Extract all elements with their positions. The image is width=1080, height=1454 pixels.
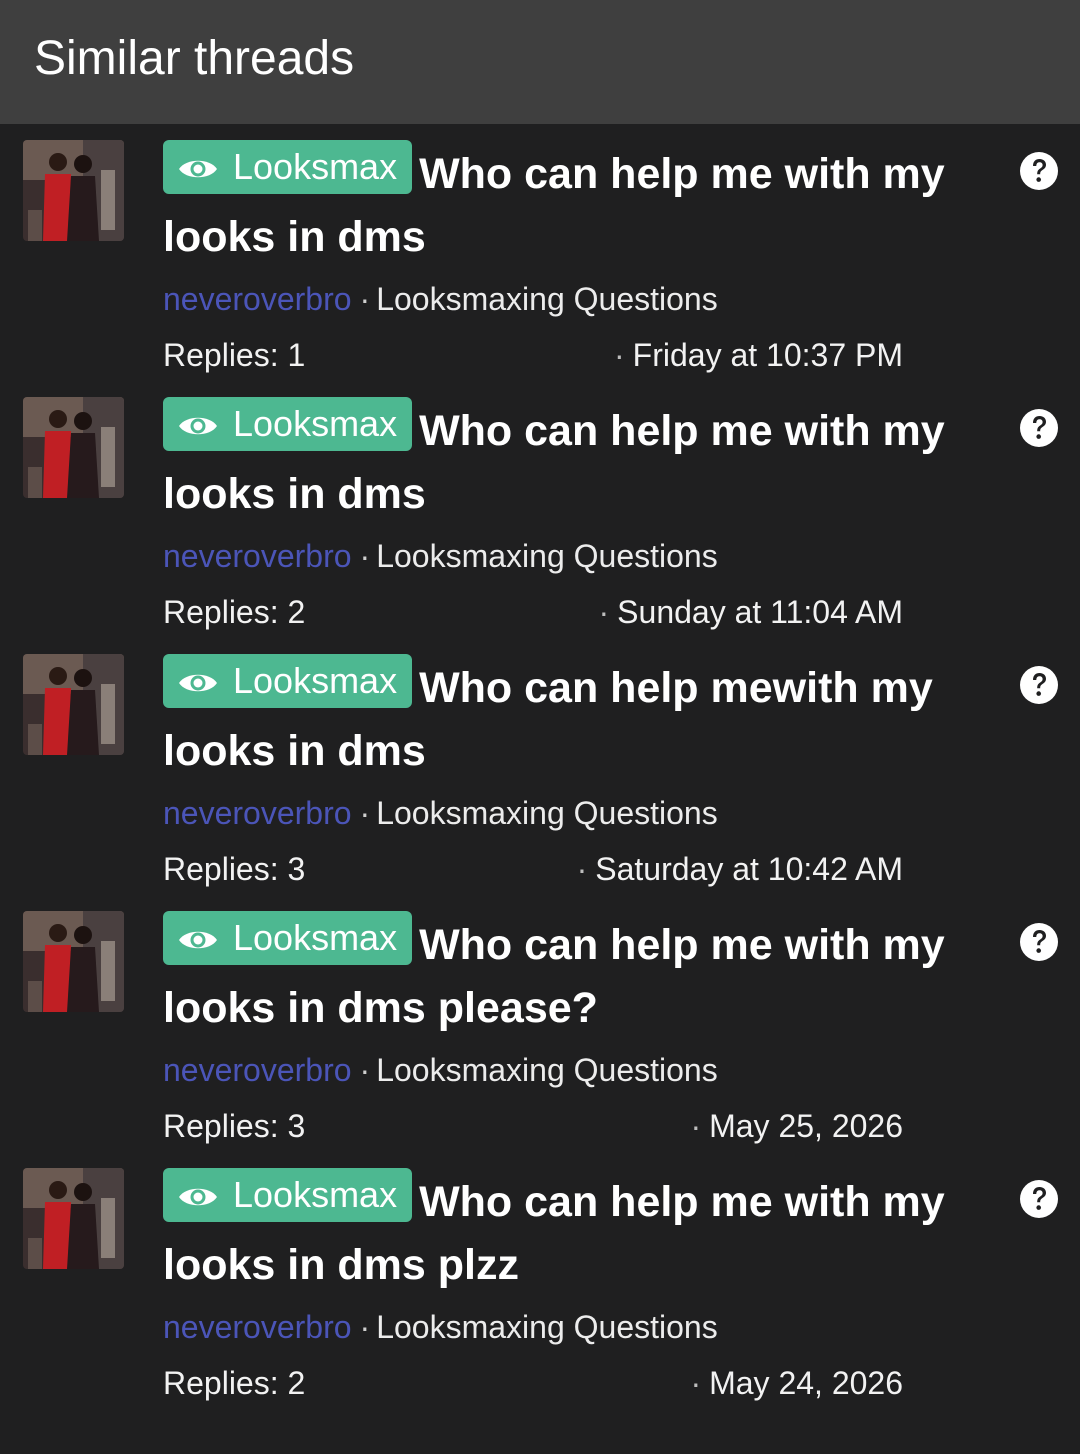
question-circle-icon	[1020, 923, 1058, 961]
meta-separator: ·	[359, 538, 371, 574]
question-circle-icon	[1020, 666, 1058, 704]
date-text: Friday at 10:37 PM	[632, 337, 903, 373]
forum-link[interactable]: Looksmaxing Questions	[376, 281, 718, 317]
date-separator: ·	[576, 851, 588, 887]
thread-meta: neveroverbro · Looksmaxing Questions	[163, 536, 963, 576]
thread-item[interactable]: Looksmax Who can help me with my looks i…	[0, 1152, 1080, 1409]
eye-icon	[179, 674, 217, 692]
author-link[interactable]: neveroverbro	[163, 1309, 352, 1345]
eye-icon	[179, 160, 217, 178]
thread-title-line[interactable]: Looksmax Who can help mewith my looks in…	[163, 654, 963, 783]
thread-title-line[interactable]: Looksmax Who can help me with my looks i…	[163, 140, 963, 269]
date-separator: ·	[690, 1108, 702, 1144]
replies-count: Replies: 3	[163, 851, 306, 887]
last-post-date[interactable]: · Saturday at 10:42 AM	[577, 849, 903, 889]
thread-title-line[interactable]: Looksmax Who can help me with my looks i…	[163, 1168, 963, 1297]
forum-link[interactable]: Looksmaxing Questions	[376, 538, 718, 574]
thread-stats: Replies: 1 · Friday at 10:37 PM	[163, 335, 903, 375]
prefix-text: Looksmax	[233, 1174, 398, 1215]
thread-item[interactable]: Looksmax Who can help me with my looks i…	[0, 381, 1080, 638]
author-link[interactable]: neveroverbro	[163, 795, 352, 831]
thread-meta: neveroverbro · Looksmaxing Questions	[163, 279, 963, 319]
similar-threads-header: Similar threads	[0, 0, 1080, 124]
thread-list: Looksmax Who can help me with my looks i…	[0, 124, 1080, 1409]
prefix-text: Looksmax	[233, 917, 398, 958]
prefix-label[interactable]: Looksmax	[163, 654, 413, 708]
thread-item[interactable]: Looksmax Who can help me with my looks i…	[0, 124, 1080, 381]
author-link[interactable]: neveroverbro	[163, 538, 352, 574]
question-circle-icon	[1020, 1180, 1058, 1218]
thread-body: Looksmax Who can help me with my looks i…	[163, 140, 963, 375]
thread-stats: Replies: 2 · May 24, 2026	[163, 1363, 903, 1403]
thread-meta: neveroverbro · Looksmaxing Questions	[163, 793, 963, 833]
thread-title-line[interactable]: Looksmax Who can help me with my looks i…	[163, 397, 963, 526]
date-text: May 25, 2026	[709, 1108, 903, 1144]
replies-count: Replies: 2	[163, 594, 306, 630]
prefix-label[interactable]: Looksmax	[163, 911, 413, 965]
date-separator: ·	[690, 1365, 702, 1401]
thread-body: Looksmax Who can help me with my looks i…	[163, 911, 963, 1146]
meta-separator: ·	[359, 1052, 371, 1088]
last-post-date[interactable]: · Sunday at 11:04 AM	[599, 592, 903, 632]
replies-count: Replies: 2	[163, 1365, 306, 1401]
last-post-date[interactable]: · May 25, 2026	[690, 1106, 903, 1146]
date-text: Sunday at 11:04 AM	[617, 594, 903, 630]
prefix-label[interactable]: Looksmax	[163, 140, 413, 194]
replies-count: Replies: 3	[163, 1108, 306, 1144]
section-title: Similar threads	[34, 31, 355, 85]
thread-stats: Replies: 2 · Sunday at 11:04 AM	[163, 592, 903, 632]
thread-item[interactable]: Looksmax Who can help mewith my looks in…	[0, 638, 1080, 895]
thread-meta: neveroverbro · Looksmaxing Questions	[163, 1050, 963, 1090]
question-circle-icon	[1020, 409, 1058, 447]
avatar[interactable]	[23, 397, 124, 498]
date-separator: ·	[598, 594, 610, 630]
thread-body: Looksmax Who can help me with my looks i…	[163, 1168, 963, 1403]
replies-count: Replies: 1	[163, 337, 306, 373]
date-text: Saturday at 10:42 AM	[595, 851, 903, 887]
thread-body: Looksmax Who can help me with my looks i…	[163, 397, 963, 632]
author-link[interactable]: neveroverbro	[163, 281, 352, 317]
thread-item[interactable]: Looksmax Who can help me with my looks i…	[0, 895, 1080, 1152]
avatar[interactable]	[23, 911, 124, 1012]
forum-link[interactable]: Looksmaxing Questions	[376, 1309, 718, 1345]
meta-separator: ·	[359, 281, 371, 317]
prefix-label[interactable]: Looksmax	[163, 397, 413, 451]
date-text: May 24, 2026	[709, 1365, 903, 1401]
prefix-label[interactable]: Looksmax	[163, 1168, 413, 1222]
prefix-text: Looksmax	[233, 146, 398, 187]
thread-body: Looksmax Who can help mewith my looks in…	[163, 654, 963, 889]
thread-stats: Replies: 3 · May 25, 2026	[163, 1106, 903, 1146]
thread-meta: neveroverbro · Looksmaxing Questions	[163, 1307, 963, 1347]
last-post-date[interactable]: · May 24, 2026	[690, 1363, 903, 1403]
avatar[interactable]	[23, 140, 124, 241]
prefix-text: Looksmax	[233, 403, 398, 444]
avatar[interactable]	[23, 654, 124, 755]
date-separator: ·	[614, 337, 625, 373]
meta-separator: ·	[359, 1309, 371, 1345]
question-circle-icon	[1020, 152, 1058, 190]
forum-link[interactable]: Looksmaxing Questions	[376, 1052, 718, 1088]
avatar[interactable]	[23, 1168, 124, 1269]
eye-icon	[179, 1188, 217, 1206]
eye-icon	[179, 931, 217, 949]
prefix-text: Looksmax	[233, 660, 398, 701]
author-link[interactable]: neveroverbro	[163, 1052, 352, 1088]
thread-title-line[interactable]: Looksmax Who can help me with my looks i…	[163, 911, 963, 1040]
meta-separator: ·	[359, 795, 371, 831]
thread-stats: Replies: 3 · Saturday at 10:42 AM	[163, 849, 903, 889]
last-post-date[interactable]: · Friday at 10:37 PM	[614, 335, 903, 375]
forum-link[interactable]: Looksmaxing Questions	[376, 795, 718, 831]
eye-icon	[179, 417, 217, 435]
